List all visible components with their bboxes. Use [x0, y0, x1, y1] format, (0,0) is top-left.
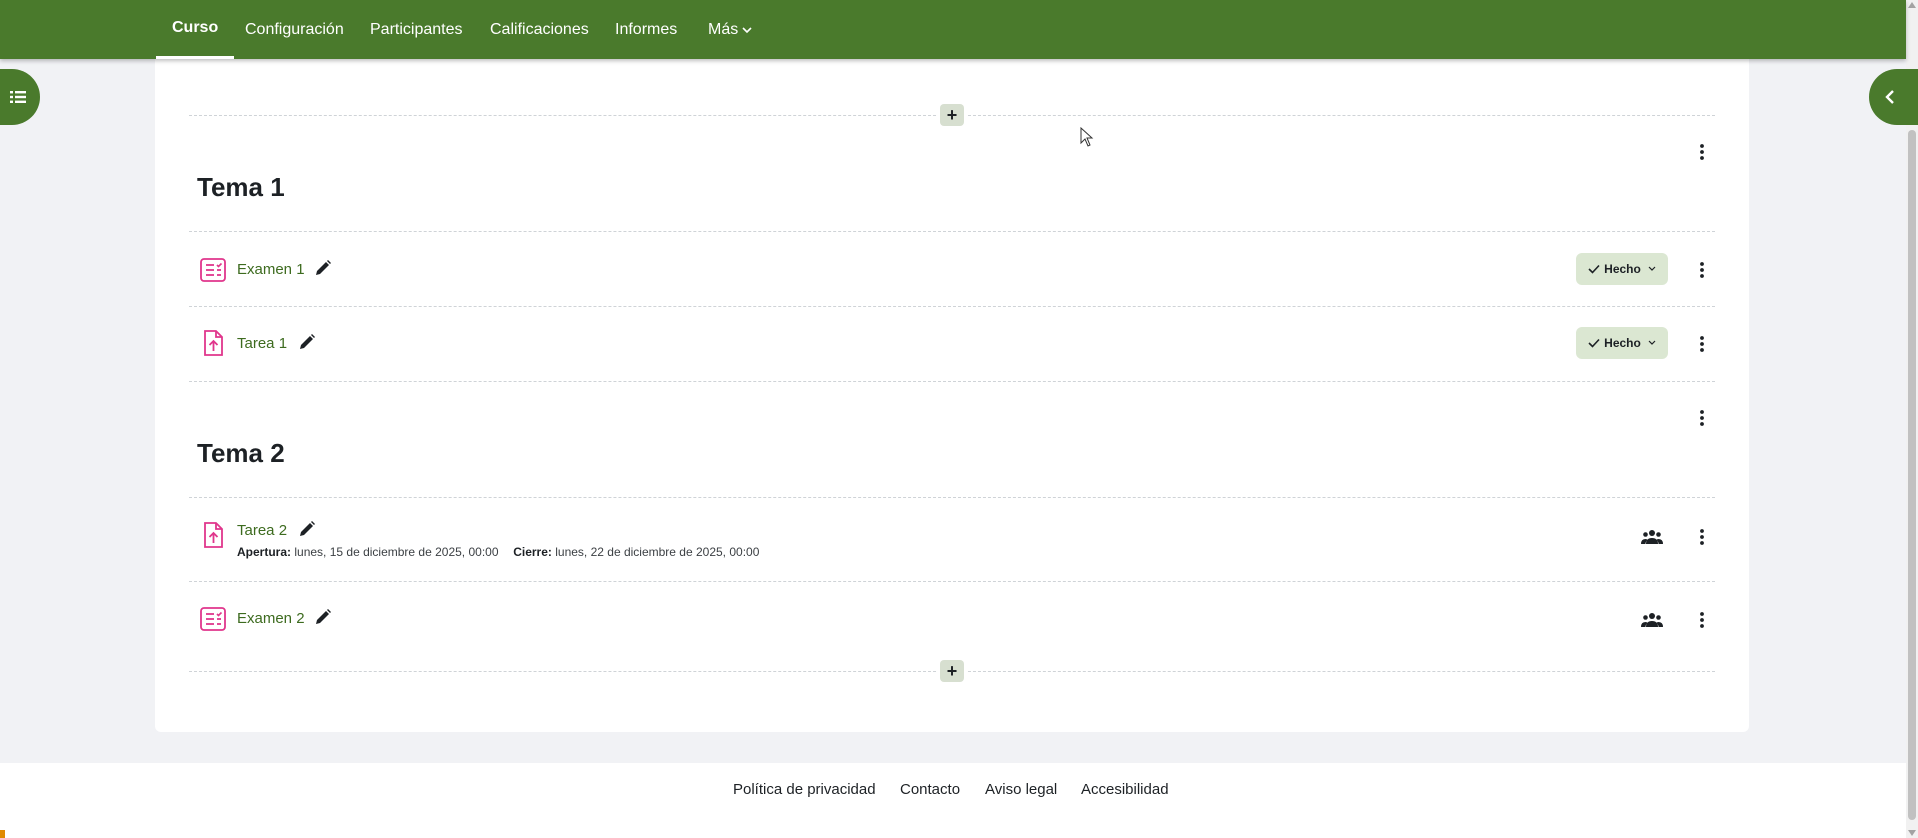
footer-link-contact[interactable]: Contacto — [900, 781, 960, 798]
pencil-icon[interactable] — [314, 259, 332, 277]
tab-informes[interactable]: Informes — [599, 0, 693, 59]
tab-label: Curso — [172, 19, 219, 36]
tab-label: Participantes — [370, 20, 463, 38]
activity-menu-icon[interactable] — [1692, 332, 1712, 356]
list-icon — [10, 91, 26, 103]
activity-menu-icon[interactable] — [1692, 258, 1712, 282]
block-drawer-toggle[interactable] — [1869, 69, 1918, 125]
activity-link-tarea-2[interactable]: Tarea 2 — [237, 522, 287, 539]
quiz-icon — [200, 258, 226, 282]
section-title[interactable]: Tema 2 — [197, 438, 285, 469]
opening-date: lunes, 15 de diciembre de 2025, 00:00 — [294, 545, 499, 559]
check-icon — [1588, 338, 1600, 348]
activity-divider — [189, 306, 1715, 307]
tab-calificaciones[interactable]: Calificaciones — [474, 0, 605, 59]
scrollbar-thumb[interactable] — [1908, 130, 1916, 820]
course-index-toggle[interactable] — [0, 69, 40, 125]
tab-participantes[interactable]: Participantes — [354, 0, 479, 59]
scroll-down-arrow-icon[interactable] — [1908, 830, 1916, 836]
completion-done-button[interactable]: Hecho — [1576, 327, 1668, 359]
group-mode-icon[interactable] — [1641, 529, 1663, 545]
course-content: + Tema 1 Examen 1 Hecho Tarea 1 Hecho Te… — [155, 40, 1749, 732]
section-divider — [189, 231, 1715, 232]
footer-accent — [0, 830, 5, 838]
scroll-up-arrow-icon[interactable] — [1908, 2, 1916, 8]
pencil-icon[interactable] — [298, 520, 316, 538]
group-mode-icon[interactable] — [1641, 612, 1663, 628]
activity-dates: Apertura: lunes, 15 de diciembre de 2025… — [237, 545, 759, 559]
tab-curso[interactable]: Curso — [156, 0, 235, 59]
section-title[interactable]: Tema 1 — [197, 172, 285, 203]
page-footer: Política de privacidad Contacto Aviso le… — [0, 763, 1906, 838]
activity-menu-icon[interactable] — [1692, 525, 1712, 549]
tab-label: Configuración — [245, 20, 344, 38]
check-icon — [1588, 264, 1600, 274]
pencil-icon[interactable] — [314, 608, 332, 626]
footer-link-legal[interactable]: Aviso legal — [985, 781, 1057, 798]
tab-label: Calificaciones — [490, 20, 589, 38]
chevron-down-icon — [742, 26, 752, 33]
footer-link-accessibility[interactable]: Accesibilidad — [1081, 781, 1169, 798]
chevron-down-icon — [1648, 266, 1656, 271]
section-menu-icon[interactable] — [1692, 140, 1712, 164]
section-divider — [189, 497, 1715, 498]
section-divider — [189, 381, 1715, 382]
quiz-icon — [200, 607, 226, 631]
completion-label: Hecho — [1604, 262, 1641, 276]
assignment-icon — [204, 522, 223, 548]
section-menu-icon[interactable] — [1692, 406, 1712, 430]
mouse-cursor-icon — [1080, 127, 1094, 147]
chevron-down-icon — [1648, 340, 1656, 345]
activity-link-tarea-1[interactable]: Tarea 1 — [237, 335, 287, 352]
completion-done-button[interactable]: Hecho — [1576, 253, 1668, 285]
closing-date: lunes, 22 de diciembre de 2025, 00:00 — [555, 545, 760, 559]
plus-icon: + — [946, 105, 958, 125]
pencil-icon[interactable] — [298, 333, 316, 351]
opening-label: Apertura: — [237, 545, 292, 559]
page-scrollbar[interactable] — [1906, 0, 1918, 838]
activity-link-examen-1[interactable]: Examen 1 — [237, 261, 305, 278]
add-section-button[interactable]: + — [940, 104, 964, 126]
activity-link-examen-2[interactable]: Examen 2 — [237, 610, 305, 627]
closing-label: Cierre: — [513, 545, 552, 559]
tab-label: Informes — [615, 20, 678, 38]
tab-label: Más — [708, 20, 739, 38]
tab-configuracion[interactable]: Configuración — [229, 0, 360, 59]
footer-link-privacy[interactable]: Política de privacidad — [733, 781, 876, 798]
plus-icon: + — [946, 661, 958, 681]
activity-divider — [189, 581, 1715, 582]
completion-label: Hecho — [1604, 336, 1641, 350]
tab-mas[interactable]: Más — [692, 0, 768, 59]
course-nav: Curso Configuración Participantes Califi… — [0, 0, 1906, 59]
add-section-button[interactable]: + — [940, 660, 964, 682]
chevron-left-icon — [1885, 90, 1894, 104]
activity-menu-icon[interactable] — [1692, 608, 1712, 632]
assignment-icon — [204, 330, 223, 356]
